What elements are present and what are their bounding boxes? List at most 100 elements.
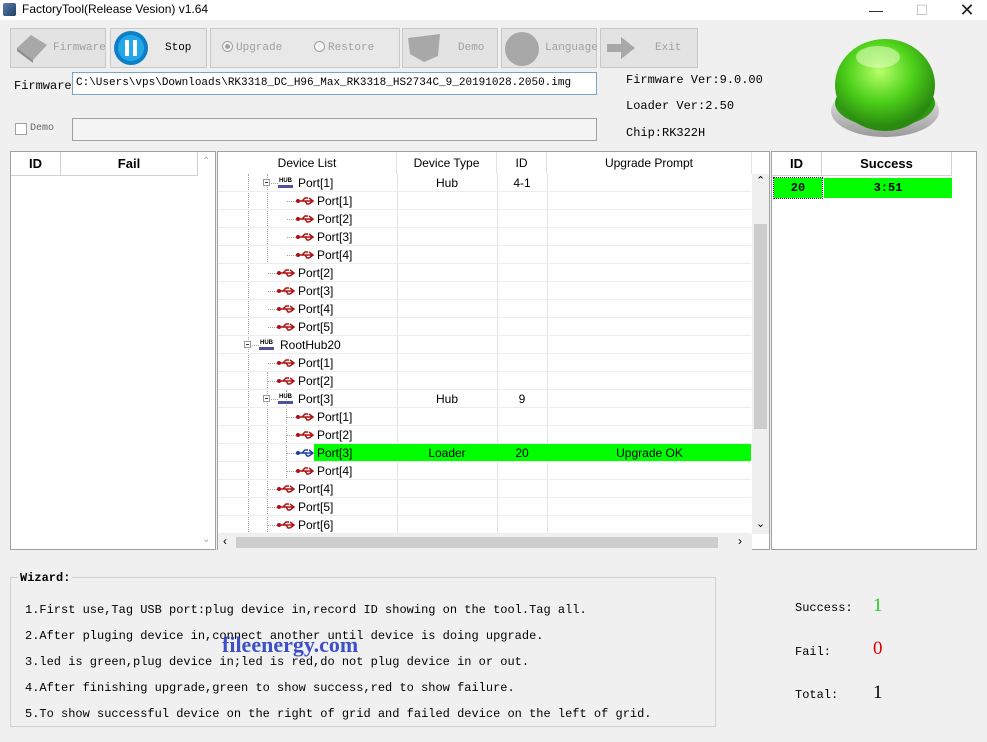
- restore-radio[interactable]: [314, 41, 325, 52]
- demo-input[interactable]: [72, 118, 597, 141]
- usb-icon: [296, 197, 314, 205]
- success-grid-success-header[interactable]: Success: [822, 152, 952, 176]
- exit-button[interactable]: Exit: [600, 28, 698, 68]
- success-row-time[interactable]: 3:51: [824, 178, 952, 198]
- tree-collapse-icon[interactable]: [263, 179, 270, 186]
- success-grid-id-header[interactable]: ID: [772, 152, 822, 176]
- minimize-button[interactable]: —: [853, 0, 899, 20]
- tree-branch-line: [268, 309, 277, 310]
- wizard-line-4: 4.After finishing upgrade,green to show …: [25, 681, 515, 695]
- device-name: Port[2]: [298, 374, 334, 388]
- mode-group: Upgrade Restore: [210, 28, 400, 68]
- device-row[interactable]: HUB Port[1] Hub 4-1: [218, 174, 751, 192]
- vscroll-thumb[interactable]: [754, 224, 767, 429]
- tree-branch-line: [269, 399, 278, 400]
- success-count: 1: [873, 595, 883, 616]
- demo-checkbox[interactable]: [15, 123, 27, 135]
- device-id-cell: 4-1: [513, 176, 531, 190]
- device-row[interactable]: Port[1]: [218, 354, 751, 372]
- hub-icon: HUB: [278, 176, 293, 188]
- stop-button-label: Stop: [165, 42, 192, 54]
- device-row[interactable]: Port[2]: [218, 372, 751, 390]
- tree-branch-line: [287, 237, 296, 238]
- language-button-label: Language: [545, 42, 598, 54]
- tree-branch-line: [250, 345, 259, 346]
- watermark: fileenergy.com: [222, 632, 359, 657]
- wizard-line-5: 5.To show successful device on the right…: [25, 707, 652, 721]
- usb-icon: [277, 269, 295, 277]
- tree-branch-line: [268, 507, 277, 508]
- firmware-button[interactable]: Firmware: [10, 28, 106, 68]
- upgrade-radio[interactable]: [222, 41, 233, 52]
- device-row[interactable]: Port[4]: [218, 300, 751, 318]
- demo-icon: [408, 34, 440, 62]
- col-upgrade-prompt[interactable]: Upgrade Prompt: [547, 152, 752, 174]
- device-name: Port[2]: [317, 212, 353, 226]
- device-name: Port[2]: [298, 266, 334, 280]
- scroll-down-arrow-icon[interactable]: ⌄: [756, 517, 765, 530]
- title-bar: FactoryTool(Release Vesion) v1.64 — ☐ ✕: [0, 0, 987, 20]
- device-row[interactable]: Port[4]: [218, 462, 751, 480]
- language-button[interactable]: Language: [501, 28, 598, 68]
- device-name: Port[3]: [317, 446, 353, 460]
- stop-button[interactable]: Stop: [110, 28, 207, 68]
- device-row[interactable]: Port[5]: [218, 318, 751, 336]
- usb-icon: [277, 287, 295, 295]
- usb-icon: [277, 359, 295, 367]
- success-grid[interactable]: ID Success 20 3:51: [771, 151, 977, 550]
- usb-icon: [277, 377, 295, 385]
- tree-collapse-icon[interactable]: [263, 395, 270, 402]
- success-row-id[interactable]: 20: [773, 177, 823, 199]
- tree-branch-line: [268, 273, 277, 274]
- device-row[interactable]: HUB RootHub20: [218, 336, 751, 354]
- device-row[interactable]: Port[1]: [218, 408, 751, 426]
- device-row[interactable]: Port[2]: [218, 210, 751, 228]
- device-name: Port[6]: [298, 518, 334, 532]
- tree-collapse-icon[interactable]: [244, 341, 251, 348]
- device-row[interactable]: Port[3] Loader 20 Upgrade OK: [218, 444, 751, 462]
- close-button[interactable]: ✕: [944, 0, 987, 20]
- device-name: Port[3]: [317, 230, 353, 244]
- device-row[interactable]: Port[4]: [218, 480, 751, 498]
- upgrade-prompt-cell: Upgrade OK: [616, 446, 683, 460]
- device-name: Port[1]: [317, 410, 353, 424]
- maximize-button[interactable]: ☐: [899, 0, 945, 20]
- device-row[interactable]: Port[3]: [218, 282, 751, 300]
- device-row[interactable]: Port[2]: [218, 426, 751, 444]
- col-device-type[interactable]: Device Type: [397, 152, 497, 174]
- device-row[interactable]: Port[6]: [218, 516, 751, 534]
- svg-text:HUB: HUB: [260, 340, 274, 346]
- tree-branch-line: [268, 327, 277, 328]
- scroll-left-arrow-icon[interactable]: ‹: [223, 534, 227, 548]
- fail-grid-fail-header[interactable]: Fail: [61, 152, 198, 176]
- device-row[interactable]: Port[5]: [218, 498, 751, 516]
- device-grid[interactable]: Device List Device Type ID Upgrade Promp…: [217, 151, 770, 550]
- demo-button[interactable]: Demo: [402, 28, 498, 68]
- firmware-path-input[interactable]: C:\Users\vps\Downloads\RK3318_DC_H96_Max…: [72, 72, 597, 95]
- scroll-right-arrow-icon[interactable]: ›: [738, 534, 742, 548]
- device-row[interactable]: Port[4]: [218, 246, 751, 264]
- col-device-list[interactable]: Device List: [218, 152, 397, 174]
- device-name: Port[5]: [298, 320, 334, 334]
- demo-button-label: Demo: [458, 42, 485, 54]
- fail-grid[interactable]: ID Fail ⌃ ⌄: [10, 151, 216, 550]
- device-row[interactable]: Port[1]: [218, 192, 751, 210]
- usb-icon: [296, 431, 314, 439]
- tree-branch-line: [268, 381, 277, 382]
- device-id-cell: 9: [518, 392, 526, 406]
- fail-grid-scrollbar[interactable]: ⌃ ⌄: [198, 152, 215, 549]
- device-row[interactable]: Port[3]: [218, 228, 751, 246]
- hscroll-thumb[interactable]: [236, 537, 718, 548]
- fail-grid-id-header[interactable]: ID: [11, 152, 61, 176]
- device-grid-hscrollbar[interactable]: ‹ ›: [218, 534, 752, 550]
- usb-icon: [277, 521, 295, 529]
- col-id[interactable]: ID: [497, 152, 547, 174]
- scroll-up-arrow-icon[interactable]: ⌃: [756, 174, 765, 187]
- scroll-up-arrow-icon[interactable]: ⌃: [202, 156, 210, 167]
- device-row[interactable]: Port[2]: [218, 264, 751, 282]
- device-row[interactable]: HUB Port[3] Hub 9: [218, 390, 751, 408]
- device-grid-vscrollbar[interactable]: ⌃ ⌄: [752, 174, 769, 534]
- device-name: Port[3]: [298, 284, 334, 298]
- device-type-cell: Hub: [435, 176, 458, 190]
- scroll-down-arrow-icon[interactable]: ⌄: [202, 534, 210, 545]
